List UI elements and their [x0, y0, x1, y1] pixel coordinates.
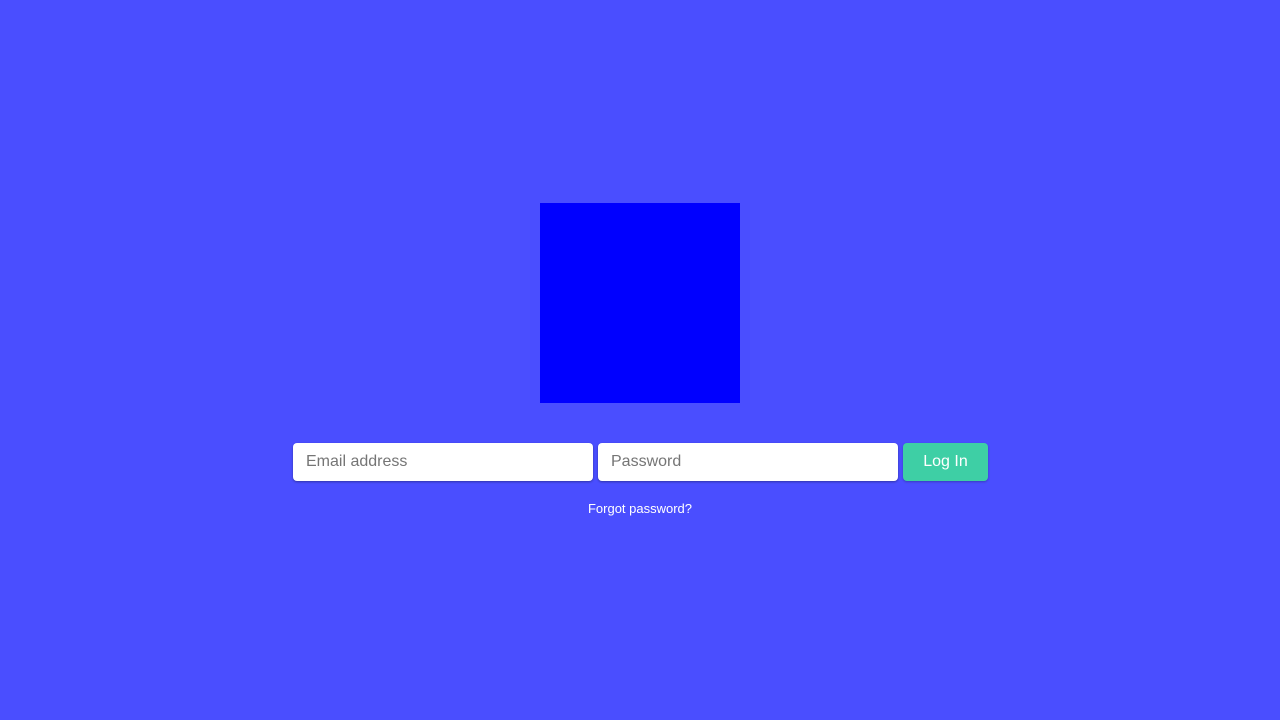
login-form: Log In	[293, 443, 988, 481]
logo	[540, 203, 740, 403]
login-button[interactable]: Log In	[903, 443, 988, 481]
forgot-password-container: Forgot password?	[0, 501, 1280, 516]
email-field[interactable]	[293, 443, 593, 481]
forgot-password-link[interactable]: Forgot password?	[588, 501, 692, 516]
password-field[interactable]	[598, 443, 898, 481]
